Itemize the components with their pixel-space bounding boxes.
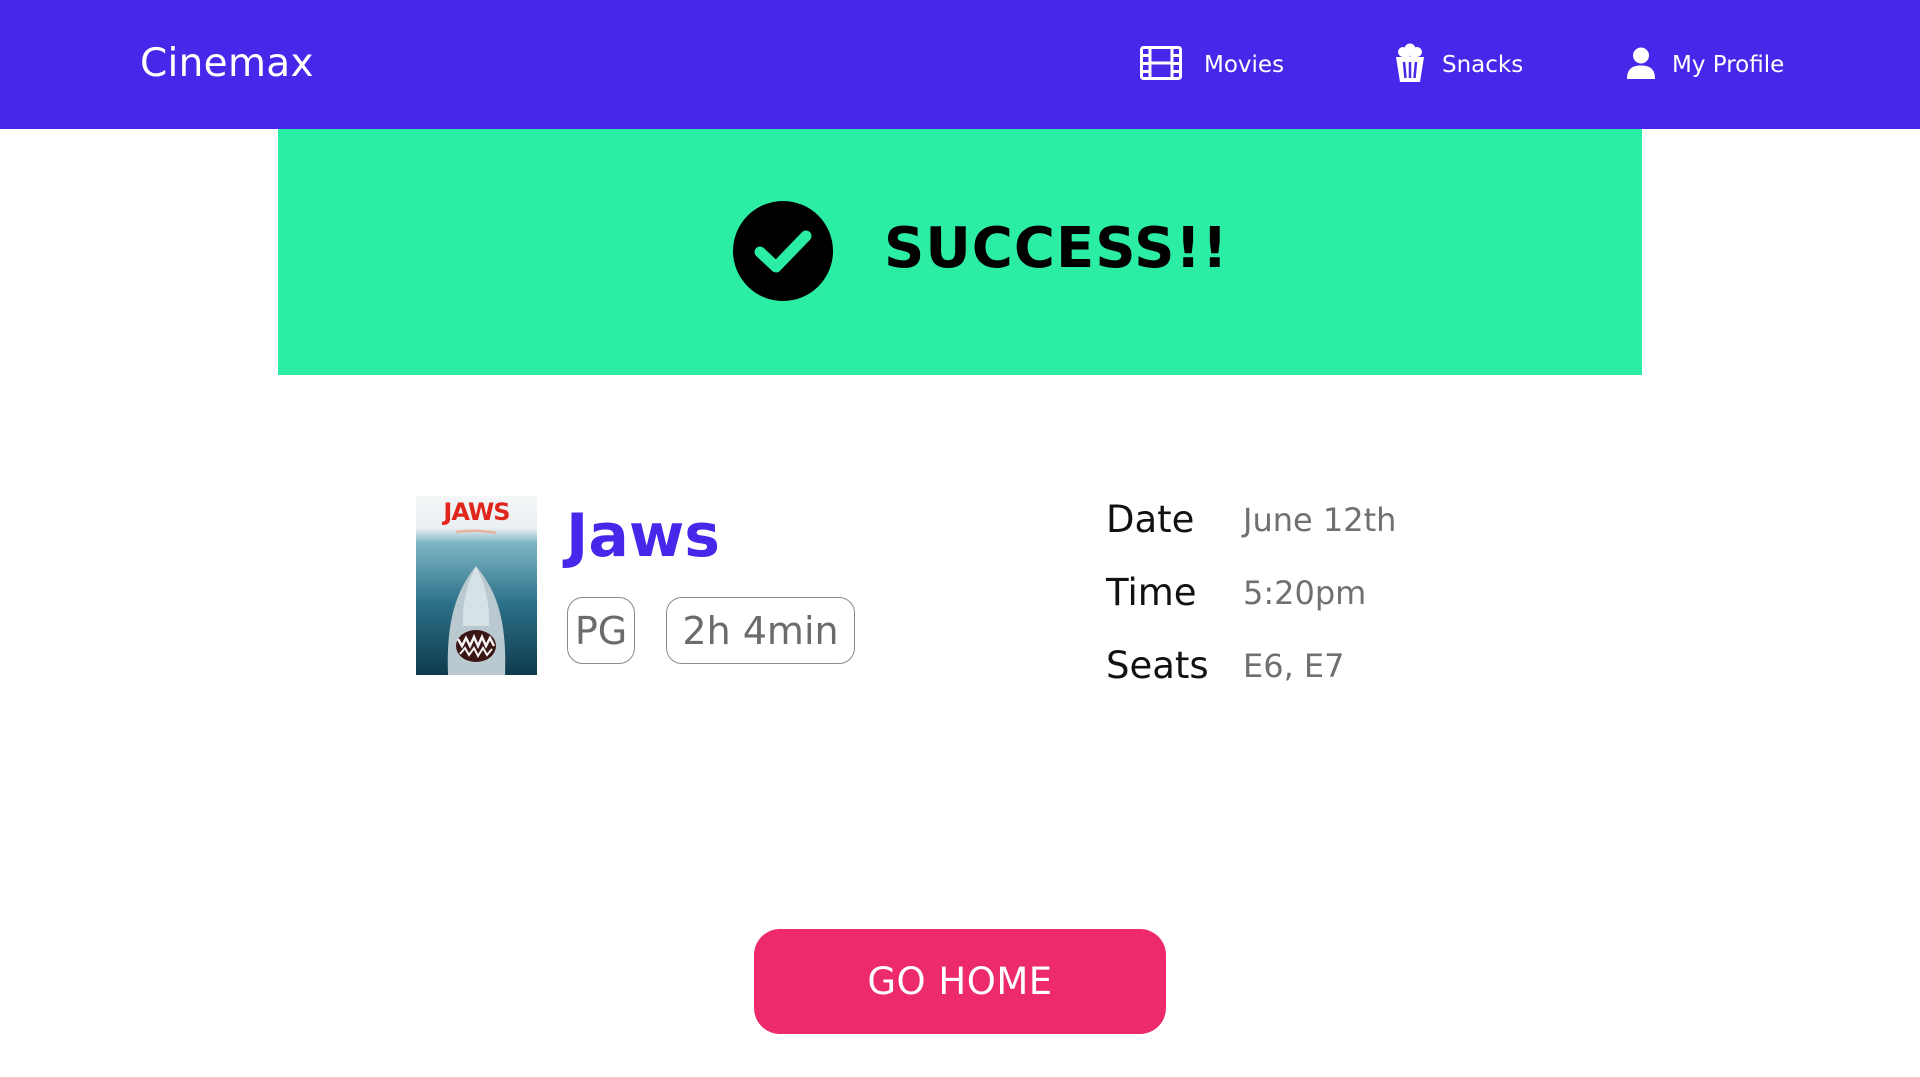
user-icon [1626,47,1656,83]
seats-label: Seats [1106,644,1209,687]
nav-label-my-profile: My Profile [1672,52,1785,78]
nav-item-movies[interactable]: Movies [1140,44,1284,86]
top-navigation-bar: Cinemax Movies Snacks My Profile [0,0,1920,129]
nav-item-my-profile[interactable]: My Profile [1626,44,1784,86]
nav-item-snacks[interactable]: Snacks [1394,43,1524,87]
film-icon [1140,46,1182,84]
date-value: June 12th [1243,501,1397,539]
date-label: Date [1106,498,1195,541]
brand-logo[interactable]: Cinemax [140,38,314,90]
movie-title: Jaws [566,501,720,571]
nav-label-movies: Movies [1204,52,1285,78]
time-value: 5:20pm [1243,574,1367,612]
check-circle-icon [733,201,833,301]
time-label: Time [1106,571,1197,614]
seats-value: E6, E7 [1243,647,1345,685]
poster-title-text: JAWS [441,498,509,526]
success-banner: SUCCESS!! [278,129,1642,375]
rating-badge: PG [567,597,635,664]
movie-poster: JAWS [416,496,537,675]
success-message: SUCCESS!! [884,216,1229,281]
duration-badge: 2h 4min [666,597,855,664]
nav-label-snacks: Snacks [1442,52,1524,78]
popcorn-icon [1394,43,1426,87]
go-home-button[interactable]: GO HOME [754,929,1166,1034]
